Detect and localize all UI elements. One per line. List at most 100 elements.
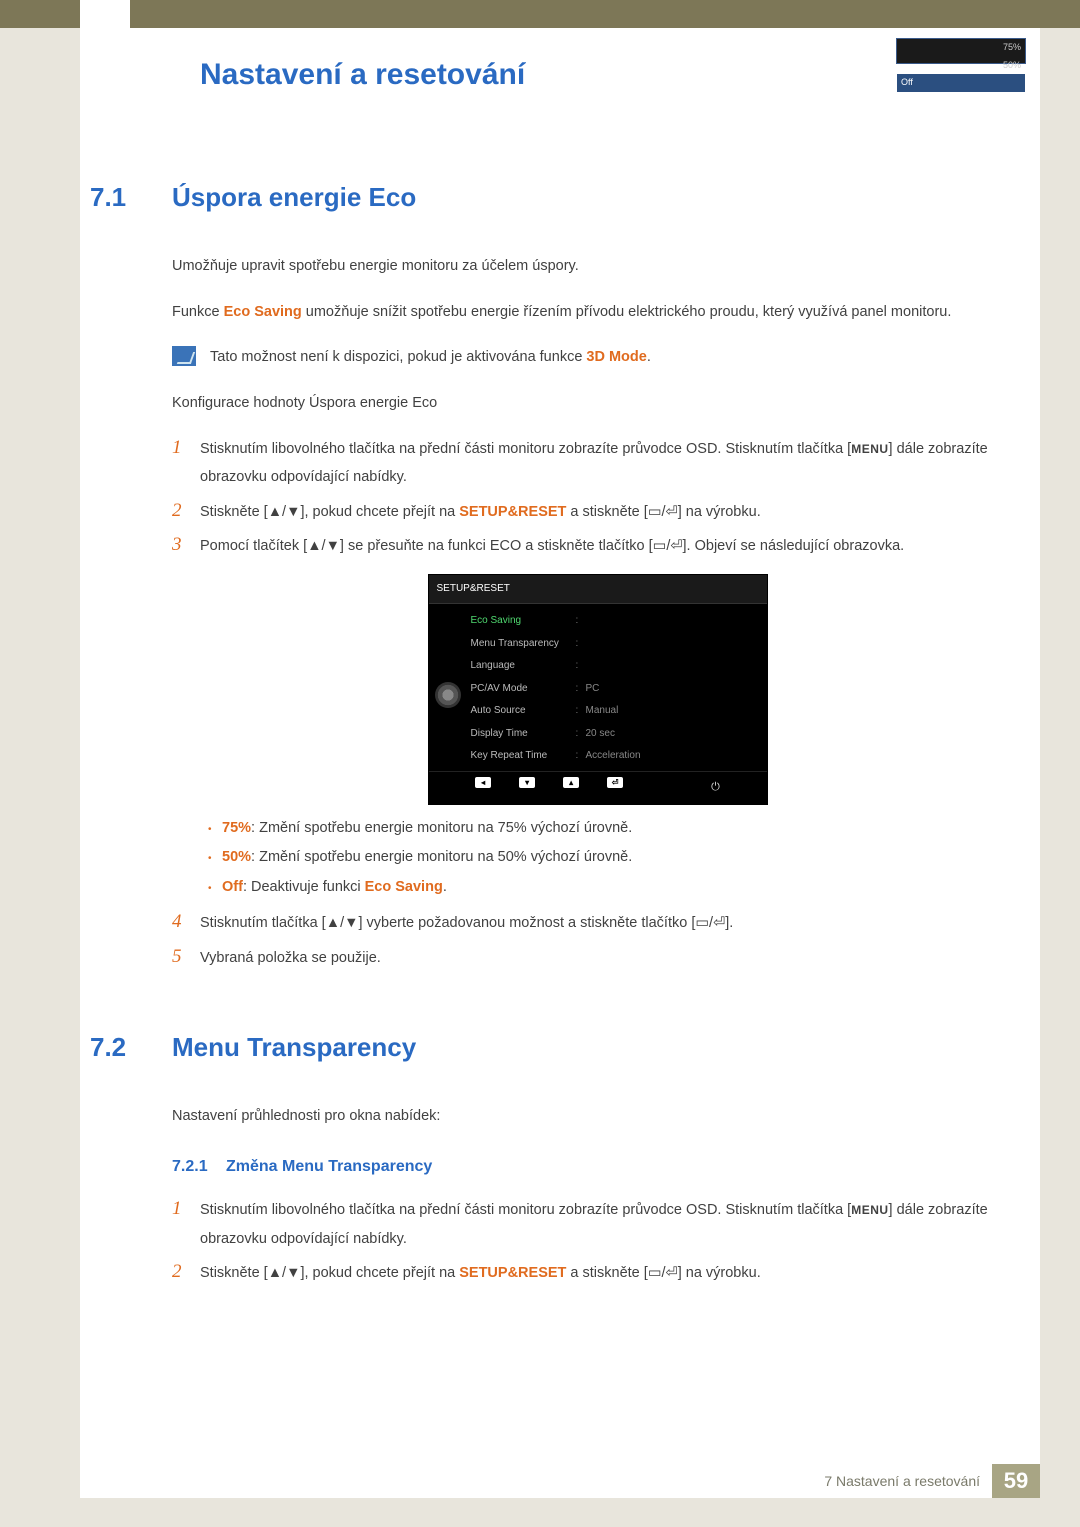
osd-label: Display Time — [471, 724, 576, 744]
highlight: 50% — [222, 849, 251, 865]
osd-colon: : — [576, 656, 586, 676]
highlight-setup-reset: SETUP&RESET — [459, 504, 566, 520]
step-text: Stisknutím libovolného tlačítka na předn… — [200, 1196, 995, 1253]
bullet-50: 50%: Změní spotřebu energie monitoru na … — [200, 844, 995, 872]
up-down-icon: ▲/▼ — [326, 915, 359, 931]
osd-value: PC — [586, 679, 600, 699]
step-5: 5 Vybraná položka se použije. — [172, 944, 995, 972]
step-number: 1 — [172, 1196, 200, 1223]
osd-row-eco-saving: Eco Saving : 75% 50% Off — [471, 610, 759, 633]
gear-icon — [435, 682, 461, 708]
up-down-icon: ▲/▼ — [268, 504, 301, 520]
osd-row-auto-source: Auto Source:Manual — [471, 700, 759, 723]
osd-value: 20 sec — [586, 724, 615, 744]
subsection-heading-7-2-1: 7.2.1 Změna Menu Transparency — [172, 1158, 995, 1176]
text: 50% — [1003, 57, 1021, 75]
footer-page-number: 59 — [992, 1464, 1040, 1498]
step-text: Pomocí tlačítek [▲/▼] se přesuňte na fun… — [200, 532, 995, 903]
select-enter-icon: ▭/⏎ — [648, 504, 678, 520]
text: Stisknutím tlačítka [ — [200, 915, 326, 931]
subsection-title: Změna Menu Transparency — [226, 1158, 432, 1176]
sub-bullet-list: 75%: Změní spotřebu energie monitoru na … — [200, 815, 995, 902]
step-text: Vybraná položka se použije. — [200, 944, 995, 972]
osd-colon: : — [576, 634, 586, 654]
config-heading: Konfigurace hodnoty Úspora energie Eco — [172, 390, 995, 418]
osd-menu-table: Eco Saving : 75% 50% Off Menu Transparen… — [471, 610, 759, 768]
osd-row-pcav: PC/AV Mode:PC — [471, 677, 759, 700]
osd-value: Manual — [586, 701, 619, 721]
osd-label: Language — [471, 656, 576, 676]
text: Tato možnost není k dispozici, pokud je … — [210, 349, 586, 365]
menu-key-label: MENU — [851, 1203, 888, 1217]
text: Pomocí tlačítek [ — [200, 538, 307, 554]
text: : Deaktivuje funkci — [243, 879, 365, 895]
text: : Změní spotřebu energie monitoru na 75%… — [251, 820, 632, 836]
osd-title: SETUP&RESET — [429, 575, 767, 604]
step-text: Stiskněte [▲/▼], pokud chcete přejít na … — [200, 1259, 995, 1287]
osd-nav-up-icon: ▴ — [563, 777, 579, 788]
up-down-icon: ▲/▼ — [307, 538, 340, 554]
text: ], pokud chcete přejít na — [300, 1265, 459, 1281]
step-3: 3 Pomocí tlačítek [▲/▼] se přesuňte na f… — [172, 532, 995, 903]
step-text: Stisknutím libovolného tlačítka na předn… — [200, 435, 995, 492]
step-2: 2 Stiskněte [▲/▼], pokud chcete přejít n… — [172, 1259, 995, 1287]
text: ] na výrobku. — [678, 1265, 761, 1281]
section-heading-7-2: 7.2 Menu Transparency — [80, 1032, 995, 1063]
up-down-icon: ▲/▼ — [268, 1265, 301, 1281]
section-number: 7.1 — [80, 182, 172, 213]
text: : Změní spotřebu energie monitoru na 50%… — [251, 849, 632, 865]
osd-label: Eco Saving — [471, 611, 576, 631]
highlight-setup-reset: SETUP&RESET — [459, 1265, 566, 1281]
osd-value: Acceleration — [586, 746, 641, 766]
osd-row-key-repeat: Key Repeat Time:Acceleration — [471, 745, 759, 768]
section-number: 7.2 — [80, 1032, 172, 1063]
step-number: 2 — [172, 498, 200, 525]
osd-row-display-time: Display Time:20 sec — [471, 722, 759, 745]
steps-list: 1 Stisknutím libovolného tlačítka na pře… — [172, 435, 995, 972]
note-text: Tato možnost není k dispozici, pokud je … — [210, 344, 651, 372]
osd-option-off-selected: Off — [897, 74, 1025, 92]
step-number: 5 — [172, 944, 200, 971]
step-number: 3 — [172, 532, 200, 559]
page-footer: 7 Nastavení a resetování 59 — [80, 1464, 1040, 1498]
tab-notch — [80, 0, 130, 28]
bullet-75: 75%: Změní spotřebu energie monitoru na … — [200, 815, 995, 843]
osd-label: Menu Transparency — [471, 634, 576, 654]
step-number: 4 — [172, 909, 200, 936]
text: 75% — [1003, 39, 1021, 57]
text: Stiskněte [ — [200, 1265, 268, 1281]
select-enter-icon: ▭/⏎ — [648, 1265, 678, 1281]
section-title: Menu Transparency — [172, 1032, 416, 1063]
step-text: Stiskněte [▲/▼], pokud chcete přejít na … — [200, 498, 995, 526]
select-enter-icon: ▭/⏎ — [695, 915, 725, 931]
text: Stiskněte [ — [200, 504, 268, 520]
osd-row-language: Language: — [471, 655, 759, 678]
page-card: Nastavení a resetování 7.1 Úspora energi… — [80, 28, 1040, 1498]
step-4: 4 Stisknutím tlačítka [▲/▼] vyberte poža… — [172, 909, 995, 937]
note-callout: Tato možnost není k dispozici, pokud je … — [172, 344, 995, 372]
osd-row-menu-transparency: Menu Transparency: — [471, 632, 759, 655]
top-banner — [0, 0, 1080, 28]
text: ]. Objeví se následující obrazovka. — [683, 538, 905, 554]
osd-nav-down-icon: ▾ — [519, 777, 535, 788]
bullet-off: Off: Deaktivuje funkci Eco Saving. — [200, 874, 995, 902]
text: umožňuje snížit spotřebu energie řízením… — [302, 304, 952, 320]
paragraph: Nastavení průhlednosti pro okna nabídek: — [172, 1103, 995, 1131]
step-text: Stisknutím tlačítka [▲/▼] vyberte požado… — [200, 909, 995, 937]
osd-option-75: 75% — [897, 39, 1025, 57]
steps-list: 1 Stisknutím libovolného tlačítka na pře… — [172, 1196, 995, 1287]
text: Stisknutím libovolného tlačítka na předn… — [200, 1202, 851, 1218]
step-1: 1 Stisknutím libovolného tlačítka na pře… — [172, 1196, 995, 1253]
paragraph: Funkce Eco Saving umožňuje snížit spotře… — [172, 299, 995, 327]
osd-label: Key Repeat Time — [471, 746, 576, 766]
step-2: 2 Stiskněte [▲/▼], pokud chcete přejít n… — [172, 498, 995, 526]
osd-colon: : — [576, 679, 586, 699]
section-title: Úspora energie Eco — [172, 182, 416, 213]
text: a stiskněte [ — [566, 1265, 647, 1281]
text: Off — [901, 74, 913, 92]
text: . — [647, 349, 651, 365]
text: ], pokud chcete přejít na — [300, 504, 459, 520]
text: Funkce — [172, 304, 224, 320]
subsection-number: 7.2.1 — [172, 1158, 226, 1176]
step-1: 1 Stisknutím libovolného tlačítka na pře… — [172, 435, 995, 492]
